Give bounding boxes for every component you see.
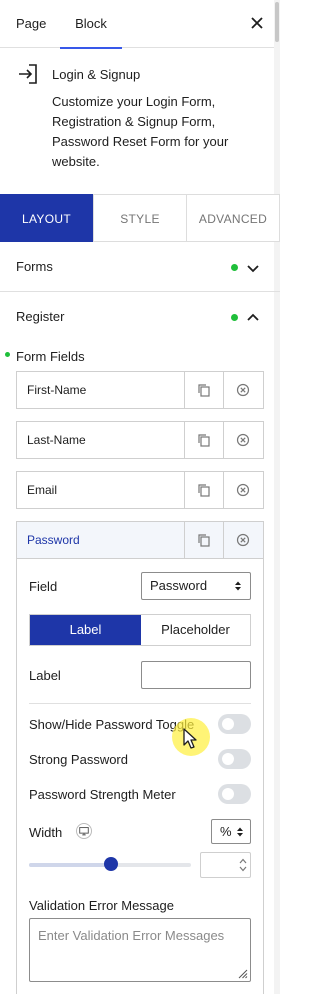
width-unit-select[interactable]: %: [211, 819, 251, 844]
width-number-input[interactable]: [200, 852, 251, 878]
block-card: Login & Signup Customize your Login Form…: [0, 48, 280, 176]
show-hide-toggle-label: Show/Hide Password Toggle: [29, 717, 195, 732]
tab-page[interactable]: Page: [16, 0, 46, 48]
section-forms-label: Forms: [16, 259, 53, 274]
label-input[interactable]: [141, 661, 251, 689]
remove-icon[interactable]: [236, 533, 250, 547]
status-dot: [5, 352, 10, 357]
field-row-first-name[interactable]: First-Name: [16, 371, 264, 409]
section-forms[interactable]: Forms: [0, 242, 280, 292]
duplicate-icon[interactable]: [197, 533, 211, 547]
remove-icon[interactable]: [236, 483, 250, 497]
close-icon[interactable]: [248, 14, 266, 32]
form-fields-label: Form Fields: [16, 349, 85, 364]
sidebar-tabs: Page Block: [0, 0, 280, 49]
field-name: Email: [27, 483, 58, 497]
status-dot: [231, 314, 238, 321]
section-register[interactable]: Register: [0, 292, 280, 342]
validation-message-label: Validation Error Message: [29, 898, 174, 913]
block-description: Customize your Login Form, Registration …: [52, 94, 229, 169]
scrollbar-thumb[interactable]: [275, 2, 279, 42]
label-field-label: Label: [29, 668, 61, 683]
remove-icon[interactable]: [236, 383, 250, 397]
section-register-label: Register: [16, 309, 65, 324]
validation-placeholder: Enter Validation Error Messages: [38, 928, 225, 943]
tab-layout[interactable]: LAYOUT: [0, 194, 93, 242]
divider: [29, 703, 251, 704]
login-icon: [19, 64, 37, 84]
tab-block[interactable]: Block: [60, 0, 122, 49]
strong-password-label: Strong Password: [29, 752, 128, 767]
field-name: Password: [27, 533, 80, 547]
strength-meter-toggle[interactable]: [218, 784, 251, 804]
block-title: Login & Signup: [52, 67, 141, 82]
field-name: First-Name: [27, 383, 87, 397]
resize-grip-icon[interactable]: [236, 967, 248, 979]
validation-message-textarea[interactable]: Enter Validation Error Messages: [29, 918, 251, 982]
field-type-value: Password: [150, 578, 208, 593]
spinner-arrows-icon[interactable]: [239, 857, 247, 873]
duplicate-icon[interactable]: [197, 483, 211, 497]
field-row-email[interactable]: Email: [16, 471, 264, 509]
segment-label[interactable]: Label: [30, 615, 141, 645]
tab-advanced[interactable]: ADVANCED: [186, 194, 280, 242]
segment-placeholder[interactable]: Placeholder: [141, 615, 250, 645]
remove-icon[interactable]: [236, 433, 250, 447]
show-hide-toggle[interactable]: [218, 714, 251, 734]
select-arrows-icon: [237, 827, 243, 837]
width-unit-value: %: [220, 824, 232, 839]
duplicate-icon[interactable]: [197, 433, 211, 447]
monitor-icon[interactable]: [76, 823, 92, 839]
duplicate-icon[interactable]: [197, 383, 211, 397]
field-row-last-name[interactable]: Last-Name: [16, 421, 264, 459]
chevron-down-icon[interactable]: [246, 261, 260, 275]
panel-tabs: LAYOUT STYLE ADVANCED: [0, 194, 280, 242]
field-type-label: Field: [29, 579, 58, 594]
field-row-password[interactable]: Password: [16, 521, 264, 559]
field-type-select[interactable]: Password: [141, 572, 251, 600]
width-slider-thumb[interactable]: [104, 857, 118, 871]
label-placeholder-toggle: Label Placeholder: [29, 614, 251, 646]
chevron-up-icon[interactable]: [246, 311, 260, 325]
width-label: Width: [29, 825, 63, 840]
strong-password-toggle[interactable]: [218, 749, 251, 769]
mouse-cursor-icon: [183, 728, 197, 749]
field-name: Last-Name: [27, 433, 86, 447]
select-arrows-icon: [235, 581, 241, 591]
status-dot: [231, 264, 238, 271]
tab-style[interactable]: STYLE: [93, 194, 187, 242]
strength-meter-label: Password Strength Meter: [29, 787, 176, 802]
